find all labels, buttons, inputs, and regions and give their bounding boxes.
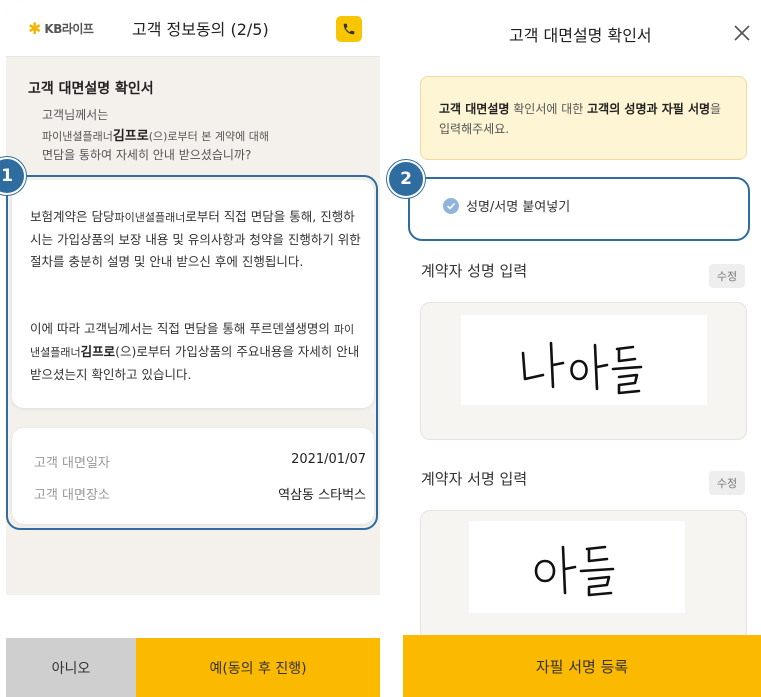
name-signature-image [521, 341, 643, 395]
subtitle-line1: 고객님께서는 [42, 108, 109, 122]
edit-sign-button[interactable]: 수정 [709, 471, 745, 495]
call-button[interactable] [336, 16, 362, 42]
subtitle-line2-text: (으)로부터 본 계약에 대해 [148, 130, 270, 143]
sign-signature-image [534, 545, 615, 597]
sign-field-label: 계약자 서명 입력 [421, 470, 528, 488]
subtitle-line3: 면담을 통하여 자세히 안내 받으셨습니까? [42, 148, 252, 162]
notice-box: 고객 대면설명 확인서에 대한 고객의 성명과 자필 서명을 입력해주세요. [420, 76, 747, 160]
header: ✱ KB라이프 고객 정보동의 (2/5) [6, 0, 380, 57]
notice-text: 고객 대면설명 확인서에 대한 고객의 성명과 자필 서명을 입력해주세요. [439, 99, 729, 139]
fp-title: 파이낸셜플래너 [42, 130, 113, 143]
sign-signature-paper [469, 521, 685, 613]
edit-name-button[interactable]: 수정 [709, 264, 745, 288]
header: 고객 대면설명 확인서 [403, 0, 761, 64]
notice-bold-1: 고객 대면설명 [439, 102, 510, 116]
highlight-frame-2 [408, 177, 750, 241]
fp-name: 김프로 [112, 129, 149, 144]
yes-button[interactable]: 예(동의 후 진행) [136, 638, 380, 697]
notice-text-1: 확인서에 대한 [509, 102, 588, 116]
subtitle-line2: 파이낸셜플래너김프로(으)로부터 본 계약에 대해 [42, 125, 269, 144]
bottom-spacer [6, 595, 380, 638]
register-signature-button[interactable]: 자필 서명 등록 [403, 635, 761, 697]
highlight-frame-1 [6, 175, 378, 530]
star-icon: ✱ [28, 18, 42, 38]
page-title: 고객 대면설명 확인서 [509, 26, 652, 45]
name-signature-box[interactable] [420, 302, 747, 440]
sign-signature-box[interactable] [420, 510, 747, 642]
notice-bold-2: 고객의 성명과 자필 서명 [587, 102, 711, 116]
name-signature-paper [461, 315, 707, 405]
step-badge-2: 2 [387, 160, 425, 198]
signature-screen: 고객 대면설명 확인서 고객 대면설명 확인서에 대한 고객의 성명과 자필 서… [403, 0, 761, 697]
name-field-label: 계약자 성명 입력 [421, 262, 528, 280]
logo-text: KB라이프 [44, 22, 94, 36]
no-button[interactable]: 아니오 [6, 638, 136, 697]
phone-icon [343, 23, 355, 35]
page-title: 고객 정보동의 (2/5) [132, 20, 269, 39]
section-title: 고객 대면설명 확인서 [28, 81, 154, 97]
close-icon[interactable] [733, 24, 751, 42]
kb-logo: ✱ KB라이프 [28, 18, 94, 38]
